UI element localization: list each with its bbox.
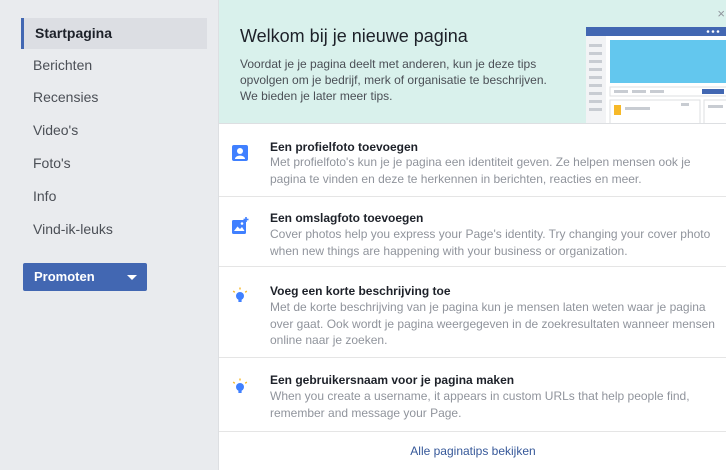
- sidebar-item-fotos[interactable]: Foto's: [21, 148, 207, 179]
- page-illustration: [586, 27, 726, 123]
- tip-username[interactable]: Een gebruikersnaam voor je pagina maken …: [219, 358, 726, 432]
- sidebar: Startpagina Berichten Recensies Video's …: [0, 0, 218, 470]
- promote-label: Promoten: [34, 269, 95, 284]
- tip-description: Met profielfoto's kun je je pagina een i…: [270, 155, 691, 186]
- all-page-tips-link[interactable]: Alle paginatips bekijken: [219, 432, 726, 470]
- tip-profile-photo[interactable]: Een profielfoto toevoegen Met profielfot…: [219, 124, 726, 197]
- tip-title[interactable]: Een omslagfoto toevoegen: [270, 211, 423, 225]
- welcome-title: Welkom bij je nieuwe pagina: [240, 26, 468, 46]
- welcome-banner: Welkom bij je nieuwe pagina Voordat je j…: [219, 0, 726, 124]
- cover-photo-icon: [232, 217, 249, 234]
- tip-title[interactable]: Voeg een korte beschrijving toe: [270, 284, 451, 298]
- welcome-text: Voordat je je pagina deelt met anderen, …: [240, 57, 547, 103]
- caret-down-icon[interactable]: [127, 275, 137, 280]
- sidebar-item-vind-ik-leuks[interactable]: Vind-ik-leuks: [21, 214, 207, 245]
- profile-photo-icon: [232, 145, 248, 161]
- sidebar-item-startpagina[interactable]: Startpagina: [21, 18, 207, 49]
- tip-description: Met de korte beschrijving van je pagina …: [270, 300, 715, 347]
- page-tips-panel: Welkom bij je nieuwe pagina Voordat je j…: [218, 0, 726, 470]
- tip-description: When you create a username, it appears i…: [270, 389, 690, 420]
- sidebar-item-videos[interactable]: Video's: [21, 115, 207, 146]
- sidebar-item-berichten[interactable]: Berichten: [21, 50, 207, 81]
- close-icon[interactable]: ×: [717, 6, 725, 21]
- tip-title[interactable]: Een profielfoto toevoegen: [270, 140, 418, 154]
- tip-title[interactable]: Een gebruikersnaam voor je pagina maken: [270, 373, 514, 387]
- lightbulb-icon: [232, 378, 248, 393]
- sidebar-item-recensies[interactable]: Recensies: [21, 82, 207, 113]
- tip-short-description[interactable]: Voeg een korte beschrijving toe Met de k…: [219, 267, 726, 358]
- lightbulb-icon: [232, 287, 248, 302]
- tip-description: Cover photos help you express your Page'…: [270, 227, 711, 258]
- tip-cover-photo[interactable]: Een omslagfoto toevoegen Cover photos he…: [219, 197, 726, 267]
- sidebar-item-info[interactable]: Info: [21, 181, 207, 212]
- promote-button[interactable]: Promoten: [23, 263, 147, 291]
